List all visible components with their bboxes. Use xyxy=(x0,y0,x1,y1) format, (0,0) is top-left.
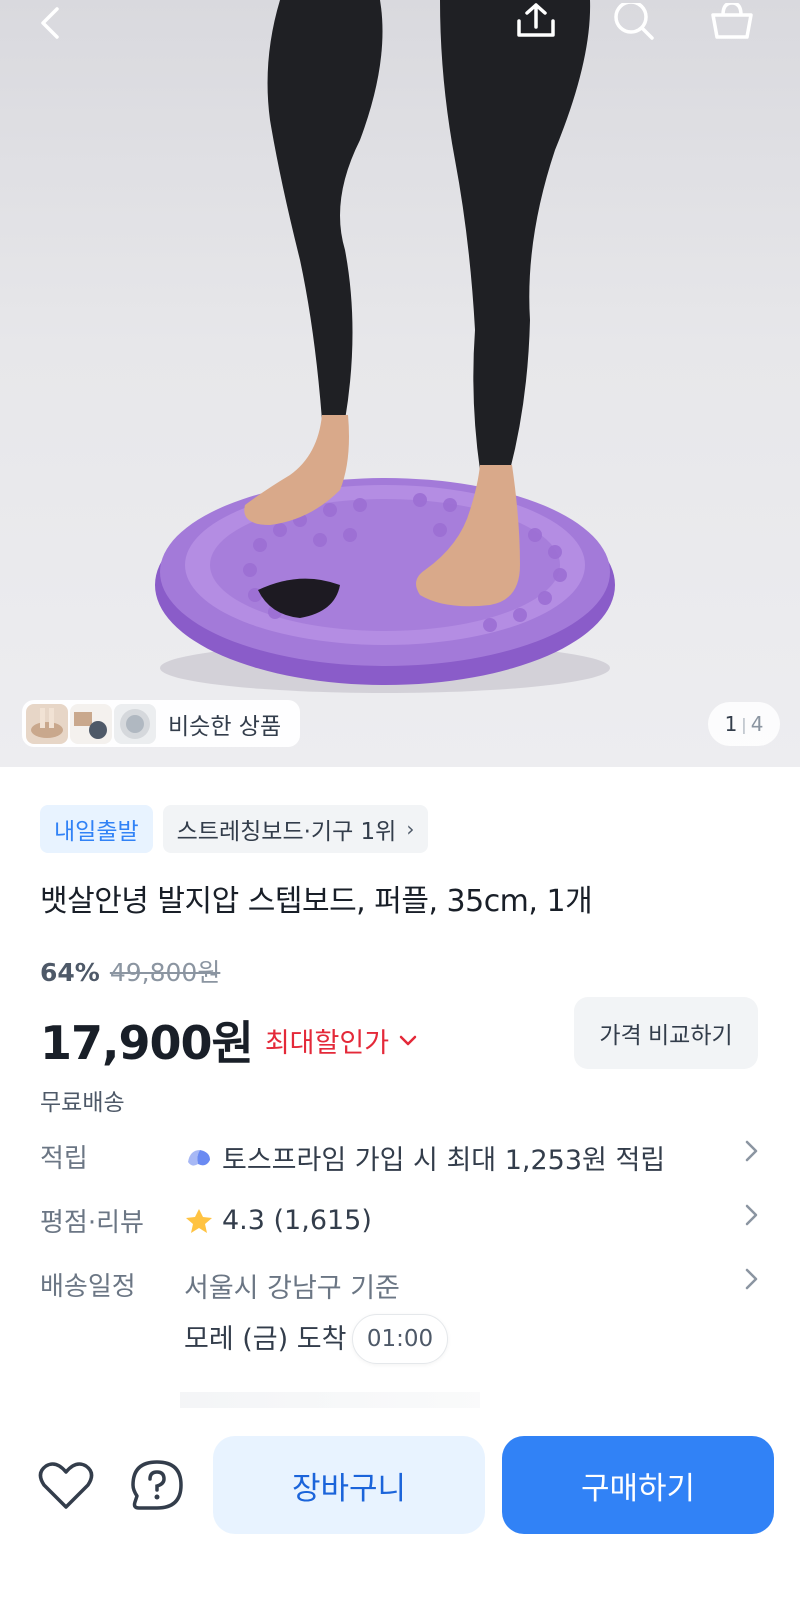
similar-thumb-2 xyxy=(70,703,112,744)
pager-current: 1 xyxy=(724,712,738,736)
add-to-cart-button[interactable]: 장바구니 xyxy=(213,1436,485,1534)
similar-thumb-3 xyxy=(114,703,156,744)
back-button[interactable] xyxy=(20,0,80,50)
delivery-location: 서울시 강남구 기준 xyxy=(184,1273,400,1304)
similar-thumb-1 xyxy=(26,703,68,744)
chevron-down-icon xyxy=(399,1028,417,1052)
pager-total: 4 xyxy=(750,712,764,736)
original-price: 49,800원 xyxy=(109,958,221,987)
similar-products-label: 비슷한 상품 xyxy=(168,713,282,740)
inquiry-button[interactable] xyxy=(127,1456,187,1516)
delivery-label: 배송일정 xyxy=(40,1272,136,1302)
product-title: 뱃살안녕 발지압 스텝보드, 퍼플, 35cm, 1개 xyxy=(40,884,593,919)
buy-now-button[interactable]: 구매하기 xyxy=(502,1436,774,1534)
chevron-right-icon xyxy=(744,1202,760,1235)
rating-row[interactable]: 평점·리뷰 4.3 (1,615) xyxy=(40,1202,760,1239)
discount-row: 64% 49,800원 xyxy=(40,953,220,989)
max-discount-label: 최대할인가 xyxy=(264,1027,390,1059)
timer-badge: 01:00 xyxy=(352,1314,448,1364)
cart-button[interactable] xyxy=(702,0,762,50)
toss-prime-icon xyxy=(188,1149,210,1166)
price-row: 17,900원 최대할인가 xyxy=(40,1007,417,1073)
search-button[interactable] xyxy=(604,0,664,50)
search-icon xyxy=(614,3,654,40)
points-row[interactable]: 적립 토스프라임 가입 시 최대 1,253원 적립 xyxy=(40,1138,760,1177)
pager-separator: | xyxy=(741,714,747,734)
star-icon xyxy=(186,1208,212,1233)
points-value: 토스프라임 가입 시 최대 1,253원 적립 xyxy=(222,1145,666,1176)
ranking-tag-label: 스트레칭보드·기구 1위 xyxy=(176,819,397,845)
chevron-right-icon xyxy=(744,1138,760,1171)
discount-percent: 64% xyxy=(40,958,100,987)
max-discount-toggle[interactable]: 최대할인가 xyxy=(265,1021,417,1060)
similar-products-chip[interactable]: 비슷한 상품 xyxy=(22,700,300,747)
image-pager: 1 | 4 xyxy=(708,702,780,746)
sale-price: 17,900원 xyxy=(40,1016,254,1070)
delivery-tag: 내일출발 xyxy=(40,805,153,853)
chevron-left-icon xyxy=(41,7,59,39)
share-icon xyxy=(517,3,555,37)
cart-icon xyxy=(711,3,753,39)
favorite-button[interactable] xyxy=(36,1456,96,1516)
chevron-right-icon: › xyxy=(406,817,415,841)
price-compare-button[interactable]: 가격 비교하기 xyxy=(574,997,758,1069)
scroll-fade xyxy=(180,1392,480,1408)
question-bubble-icon xyxy=(131,1460,183,1510)
ranking-tag[interactable]: 스트레칭보드·기구 1위 › xyxy=(162,805,429,853)
heart-icon xyxy=(38,1462,94,1509)
product-tags: 내일출발 스트레칭보드·기구 1위 › xyxy=(40,805,429,853)
product-photo xyxy=(155,0,615,693)
chevron-right-icon xyxy=(744,1266,760,1299)
product-image[interactable]: 비슷한 상품 1 | 4 xyxy=(0,0,800,767)
rating-label: 평점·리뷰 xyxy=(40,1208,144,1238)
share-button[interactable] xyxy=(506,0,566,50)
shipping-label: 무료배송 xyxy=(40,1090,125,1116)
rating-value: 4.3 (1,615) xyxy=(222,1205,372,1236)
points-label: 적립 xyxy=(40,1144,88,1174)
